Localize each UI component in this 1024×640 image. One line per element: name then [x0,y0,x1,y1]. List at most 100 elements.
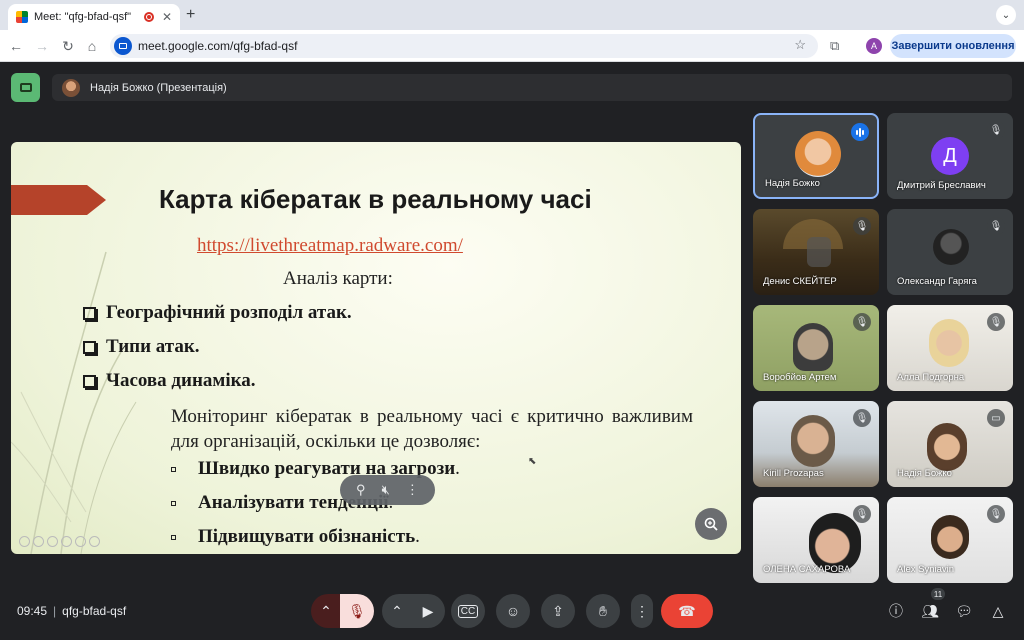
slide-control-icon[interactable] [47,536,58,547]
raise-hand-button[interactable]: ✋︎ [586,594,620,628]
people-button[interactable]: 👥︎ [920,601,940,621]
sub-bullet-rest: . [455,458,460,479]
tab-title: Meet: "qfg-bfad-qsf" [34,11,132,23]
more-options-icon[interactable]: ⋮ [406,482,419,498]
participant-name: Алла Подгорна [897,372,965,383]
meet-favicon-icon [16,11,28,23]
slide-link[interactable]: https://livethreatmap.radware.com/ [197,235,463,257]
participant-tile[interactable]: 🎙︎ Kirill Prozapas [753,401,879,487]
participant-tile[interactable]: 🎙︎ Олександр Гаряга [887,209,1013,295]
tab-search-button[interactable]: ⌄ [996,5,1016,25]
slide-control-icon[interactable] [19,536,30,547]
participant-tile[interactable]: 🎙︎ Alex Syniavin [887,497,1013,583]
participant-name: Воробйов Артем [763,372,837,383]
reactions-button[interactable]: ☺ [496,594,530,628]
participant-tile[interactable]: 🎙︎ Алла Подгорна [887,305,1013,391]
slide-title: Карта кібератак в реальному часі [159,184,592,214]
slide-control-icon[interactable] [75,536,86,547]
meeting-details-button[interactable]: ⓘ [886,601,906,621]
participant-tile[interactable]: ▭ Надія Божко [887,401,1013,487]
slide-control-icon[interactable] [33,536,44,547]
audio-options-button[interactable]: ⌃ [311,594,341,628]
participant-tile[interactable]: 🎙︎ ОЛЕНА САХАРОВА [753,497,879,583]
checkbox-bullet-icon [83,306,96,320]
present-button[interactable]: ⇪ [541,594,575,628]
participant-video [931,515,969,559]
checkbox-bullet-icon [83,340,96,354]
participant-name: Alex Syniavin [897,564,955,575]
slide-controls [19,536,100,547]
participant-name: Олександр Гаряга [897,276,977,287]
mic-off-icon: 🎙︎ [348,602,366,619]
mouse-cursor-icon: ⬉ [528,456,537,467]
captions-button[interactable]: CC [451,594,485,628]
slide-bullet: Типи атак. [83,336,200,358]
zoom-in-icon [704,517,718,531]
chevron-up-icon: ⌃ [391,602,403,619]
video-options-button[interactable]: ⌃ [382,594,412,628]
participant-video [807,237,831,267]
pin-icon[interactable]: ⚲ [356,482,366,498]
checkbox-bullet-icon [83,374,96,388]
participant-tile[interactable]: Д 🎙︎ Дмитрий Бреславич [887,113,1013,199]
avatar: Д [931,137,969,175]
participant-video [793,323,833,371]
close-tab-icon[interactable]: ✕ [162,10,172,24]
activities-button[interactable]: △ [988,601,1008,621]
home-button[interactable]: ⌂ [82,36,102,56]
participant-tile[interactable]: 🎙︎ Денис СКЕЙТЕР [753,209,879,295]
bullet-text: Часова динаміка. [106,370,256,391]
tab-strip: Meet: "qfg-bfad-qsf" ✕ + ⌄ [0,0,1024,30]
speaking-indicator-icon [851,123,869,141]
chat-button[interactable]: 💬︎ [954,601,974,621]
slide-sub-bullet: Підвищувати обізнаність. [171,526,420,548]
square-bullet-icon [171,500,176,506]
participant-tile[interactable]: 🎙︎ Воробйов Артем [753,305,879,391]
participant-name: Надія Божко [897,468,952,479]
presentation-slide: Карта кібератак в реальному часі https:/… [11,142,741,554]
sub-bullet-rest: . [415,526,420,547]
mic-off-icon: 🎙︎ [853,217,871,235]
slide-control-icon[interactable] [61,536,72,547]
participant-video [791,415,835,467]
extensions-icon[interactable]: ⧉ [830,38,839,54]
separator: | [53,604,57,618]
bullet-text: Географічний розподіл атак. [106,302,352,323]
slide-paragraph: Моніторинг кібератак в реальному часі є … [171,406,693,452]
reload-button[interactable]: ↻ [58,36,78,56]
slide-bullet: Географічний розподіл атак. [83,302,352,324]
leave-call-button[interactable]: ☎︎ [661,594,713,628]
presentation-toggle-button[interactable] [11,73,40,102]
chat-icon: 💬︎ [955,602,973,619]
camera-icon: ▶︎ [422,602,434,619]
forward-button[interactable]: → [32,36,52,56]
title-arrow-decoration [11,185,106,215]
presenter-avatar [62,78,80,97]
present-screen-icon: ⇪ [552,602,564,619]
microphone-button[interactable]: 🎙︎ [340,594,374,628]
address-bar[interactable]: meet.google.com/qfg-bfad-qsf ☆ [110,34,818,58]
slide-subtitle: Аналіз карти: [283,268,393,289]
people-icon: 👥︎ [921,602,939,619]
meeting-info: 09:45 | qfg-bfad-qsf [17,604,126,618]
mute-tile-icon[interactable]: 🔇︎ [382,482,390,498]
bookmark-star-icon[interactable]: ☆ [794,37,806,53]
update-button[interactable]: Завершити оновлення [890,34,1016,58]
presenter-bar: Надія Божко (Презентація) [52,74,1012,101]
presenter-tile-controls: ⚲ 🔇︎ ⋮ [340,475,435,505]
activities-icon: △ [992,602,1004,619]
mic-off-icon: 🎙︎ [853,409,871,427]
back-button[interactable]: ← [6,36,26,56]
camera-button[interactable]: ▶︎ [411,594,445,628]
zoom-button[interactable] [695,508,727,540]
site-info-icon[interactable] [114,37,132,55]
browser-tab[interactable]: Meet: "qfg-bfad-qsf" ✕ [8,4,180,30]
presenter-label: Надія Божко (Презентація) [90,81,227,94]
participant-tile[interactable]: Надія Божко [753,113,879,199]
slide-control-icon[interactable] [89,536,100,547]
new-tab-button[interactable]: + [186,6,195,24]
avatar [795,131,841,177]
profile-avatar[interactable]: A [866,38,882,54]
more-options-button[interactable]: ⋮ [631,594,653,628]
more-vert-icon: ⋮ [635,602,649,619]
